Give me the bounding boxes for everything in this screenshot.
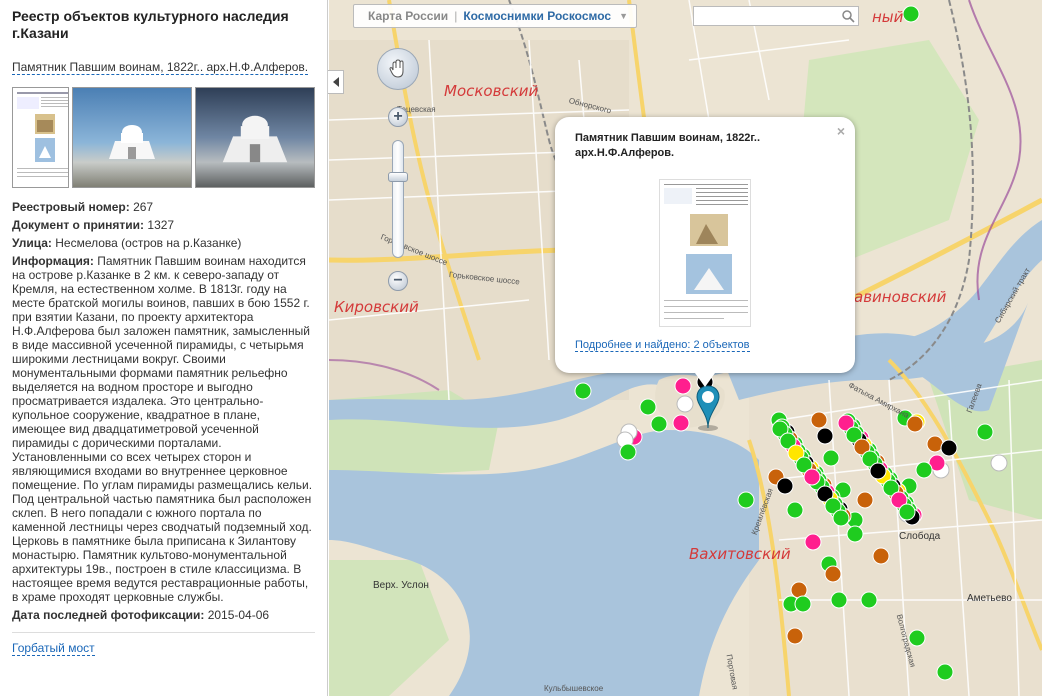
map-search-input[interactable] — [693, 6, 859, 26]
heritage-marker[interactable] — [856, 491, 874, 509]
object-title-link[interactable]: Памятник Павшим воинам, 1822г.. арх.Н.Ф.… — [12, 60, 315, 75]
chevron-down-icon[interactable]: ▼ — [619, 11, 628, 21]
popup-more-link[interactable]: Подробнее и найдено: 2 объектов — [575, 339, 750, 352]
information: Информация: Памятник Павшим воинам наход… — [12, 254, 313, 604]
heritage-marker[interactable] — [902, 5, 920, 23]
collapse-sidebar-button[interactable] — [328, 70, 344, 94]
tab-russia-map[interactable]: Карта России — [362, 9, 454, 23]
next-object-link[interactable]: Горбатый мост — [12, 641, 95, 656]
heritage-marker[interactable] — [936, 663, 954, 681]
place-sloboda: Слобода — [899, 531, 941, 542]
heritage-marker[interactable] — [846, 525, 864, 543]
zoom-slider[interactable] — [392, 140, 404, 258]
heritage-marker[interactable] — [737, 491, 755, 509]
heritage-marker[interactable] — [832, 509, 850, 527]
photo-strip — [12, 87, 315, 188]
heritage-marker[interactable] — [990, 454, 1008, 472]
heritage-marker[interactable] — [898, 503, 916, 521]
zoom-in-button[interactable]: + — [388, 107, 408, 127]
heritage-marker[interactable] — [804, 533, 822, 551]
map-view[interactable]: Карта России | Космоснимки Роскосмос ▼ +… — [329, 0, 1042, 696]
heritage-marker[interactable] — [940, 439, 958, 457]
tab-roscosmos-satellite[interactable]: Космоснимки Роскосмос — [457, 9, 617, 23]
chevron-left-icon — [332, 77, 339, 87]
heritage-marker[interactable] — [786, 627, 804, 645]
monument-photo-1[interactable] — [71, 87, 192, 188]
close-icon[interactable]: × — [837, 123, 845, 139]
heritage-marker[interactable] — [676, 395, 694, 413]
popup-document-thumbnail[interactable] — [659, 179, 751, 327]
heritage-marker[interactable] — [810, 411, 828, 429]
monument-photo-2[interactable] — [194, 87, 315, 188]
heritage-marker[interactable] — [830, 591, 848, 609]
heritage-marker[interactable] — [822, 449, 840, 467]
heritage-marker[interactable] — [869, 462, 887, 480]
pan-control[interactable] — [377, 48, 419, 90]
heritage-marker[interactable] — [674, 377, 692, 395]
heritage-marker[interactable] — [776, 477, 794, 495]
zoom-slider-thumb[interactable] — [388, 172, 408, 182]
registry-number: Реестровый номер: 267 — [12, 200, 154, 214]
photo-date: Дата последней фотофиксации: 2015-04-06 — [12, 608, 270, 622]
heritage-marker[interactable] — [639, 398, 657, 416]
heritage-marker[interactable] — [976, 423, 994, 441]
heritage-marker[interactable] — [786, 501, 804, 519]
place-ametyevo: Аметьево — [967, 593, 1012, 604]
district-kirovsky: Кировский — [334, 298, 419, 316]
heritage-marker[interactable] — [860, 591, 878, 609]
document-number: Документ о принятии: 1327 — [12, 218, 175, 232]
district-vakhitovsky: Вахитовский — [689, 545, 791, 563]
heritage-marker[interactable] — [915, 461, 933, 479]
district-sovetsky: ный — [872, 8, 904, 26]
map-layer-switcher: Карта России | Космоснимки Роскосмос ▼ — [353, 4, 637, 28]
heritage-marker[interactable] — [672, 414, 690, 432]
search-icon[interactable] — [841, 9, 855, 23]
heritage-marker[interactable] — [872, 547, 890, 565]
heritage-marker[interactable] — [824, 565, 842, 583]
document-thumbnail[interactable] — [12, 87, 69, 188]
heritage-marker[interactable] — [816, 427, 834, 445]
selected-location-pin-icon[interactable] — [695, 384, 721, 432]
registry-title: Реестр объектов культурного наследия г.К… — [12, 8, 289, 41]
heritage-marker[interactable] — [926, 435, 944, 453]
heritage-marker[interactable] — [790, 581, 808, 599]
hand-icon — [389, 59, 404, 78]
popup-title: Памятник Павшим воинам, 1822г.. арх.Н.Ф.… — [575, 132, 761, 159]
heritage-marker[interactable] — [574, 382, 592, 400]
heritage-marker[interactable] — [906, 415, 924, 433]
place-verkh-uslon: Верх. Услон — [373, 580, 429, 591]
district-privolzhsky: авиновский — [854, 288, 947, 306]
street-label: Кульбышевское — [544, 684, 604, 693]
heritage-marker[interactable] — [803, 468, 821, 486]
object-popup: Памятник Павшим воинам, 1822г.. арх.Н.Ф.… — [555, 117, 855, 387]
heritage-marker[interactable] — [650, 415, 668, 433]
sidebar: Реестр объектов культурного наследия г.К… — [0, 0, 328, 696]
heritage-marker[interactable] — [794, 595, 812, 613]
street: Улица: Несмелова (остров на р.Казанке) — [12, 236, 242, 250]
district-moskovsky: Московский — [444, 82, 539, 100]
zoom-out-button[interactable]: − — [388, 271, 408, 291]
heritage-marker[interactable] — [619, 443, 637, 461]
divider — [12, 632, 315, 633]
